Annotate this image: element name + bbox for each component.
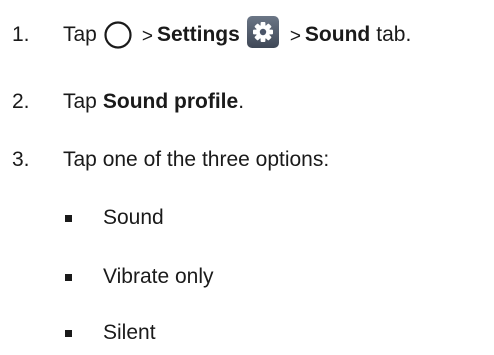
bullet-square-icon xyxy=(65,273,72,281)
step-suffix: tab. xyxy=(376,23,412,46)
step-text: Tap > Settings > Sound tab. xyxy=(63,16,412,52)
step-number: 2. xyxy=(12,90,30,113)
step-text: Tap Sound profile . xyxy=(63,90,244,114)
step-suffix: . xyxy=(238,90,245,113)
sound-tab-label: Sound xyxy=(304,23,371,46)
step-number: 3. xyxy=(12,148,30,171)
home-circle-icon xyxy=(104,21,132,49)
step-word-tap: Tap xyxy=(63,90,97,113)
settings-gear-icon xyxy=(246,16,279,48)
settings-label: Settings xyxy=(156,23,240,46)
option-label: Vibrate only xyxy=(103,265,214,288)
bullet-square-icon xyxy=(65,214,72,222)
option-label: Silent xyxy=(103,321,156,344)
sound-profile-label: Sound profile xyxy=(102,90,239,113)
bullet-square-icon xyxy=(65,329,72,337)
separator: > xyxy=(289,26,301,47)
step-number: 1. xyxy=(12,23,30,46)
option-label: Sound xyxy=(103,206,164,229)
separator: > xyxy=(141,26,153,47)
step-text: Tap one of the three options: xyxy=(63,148,330,171)
step-word-tap: Tap xyxy=(63,23,97,46)
